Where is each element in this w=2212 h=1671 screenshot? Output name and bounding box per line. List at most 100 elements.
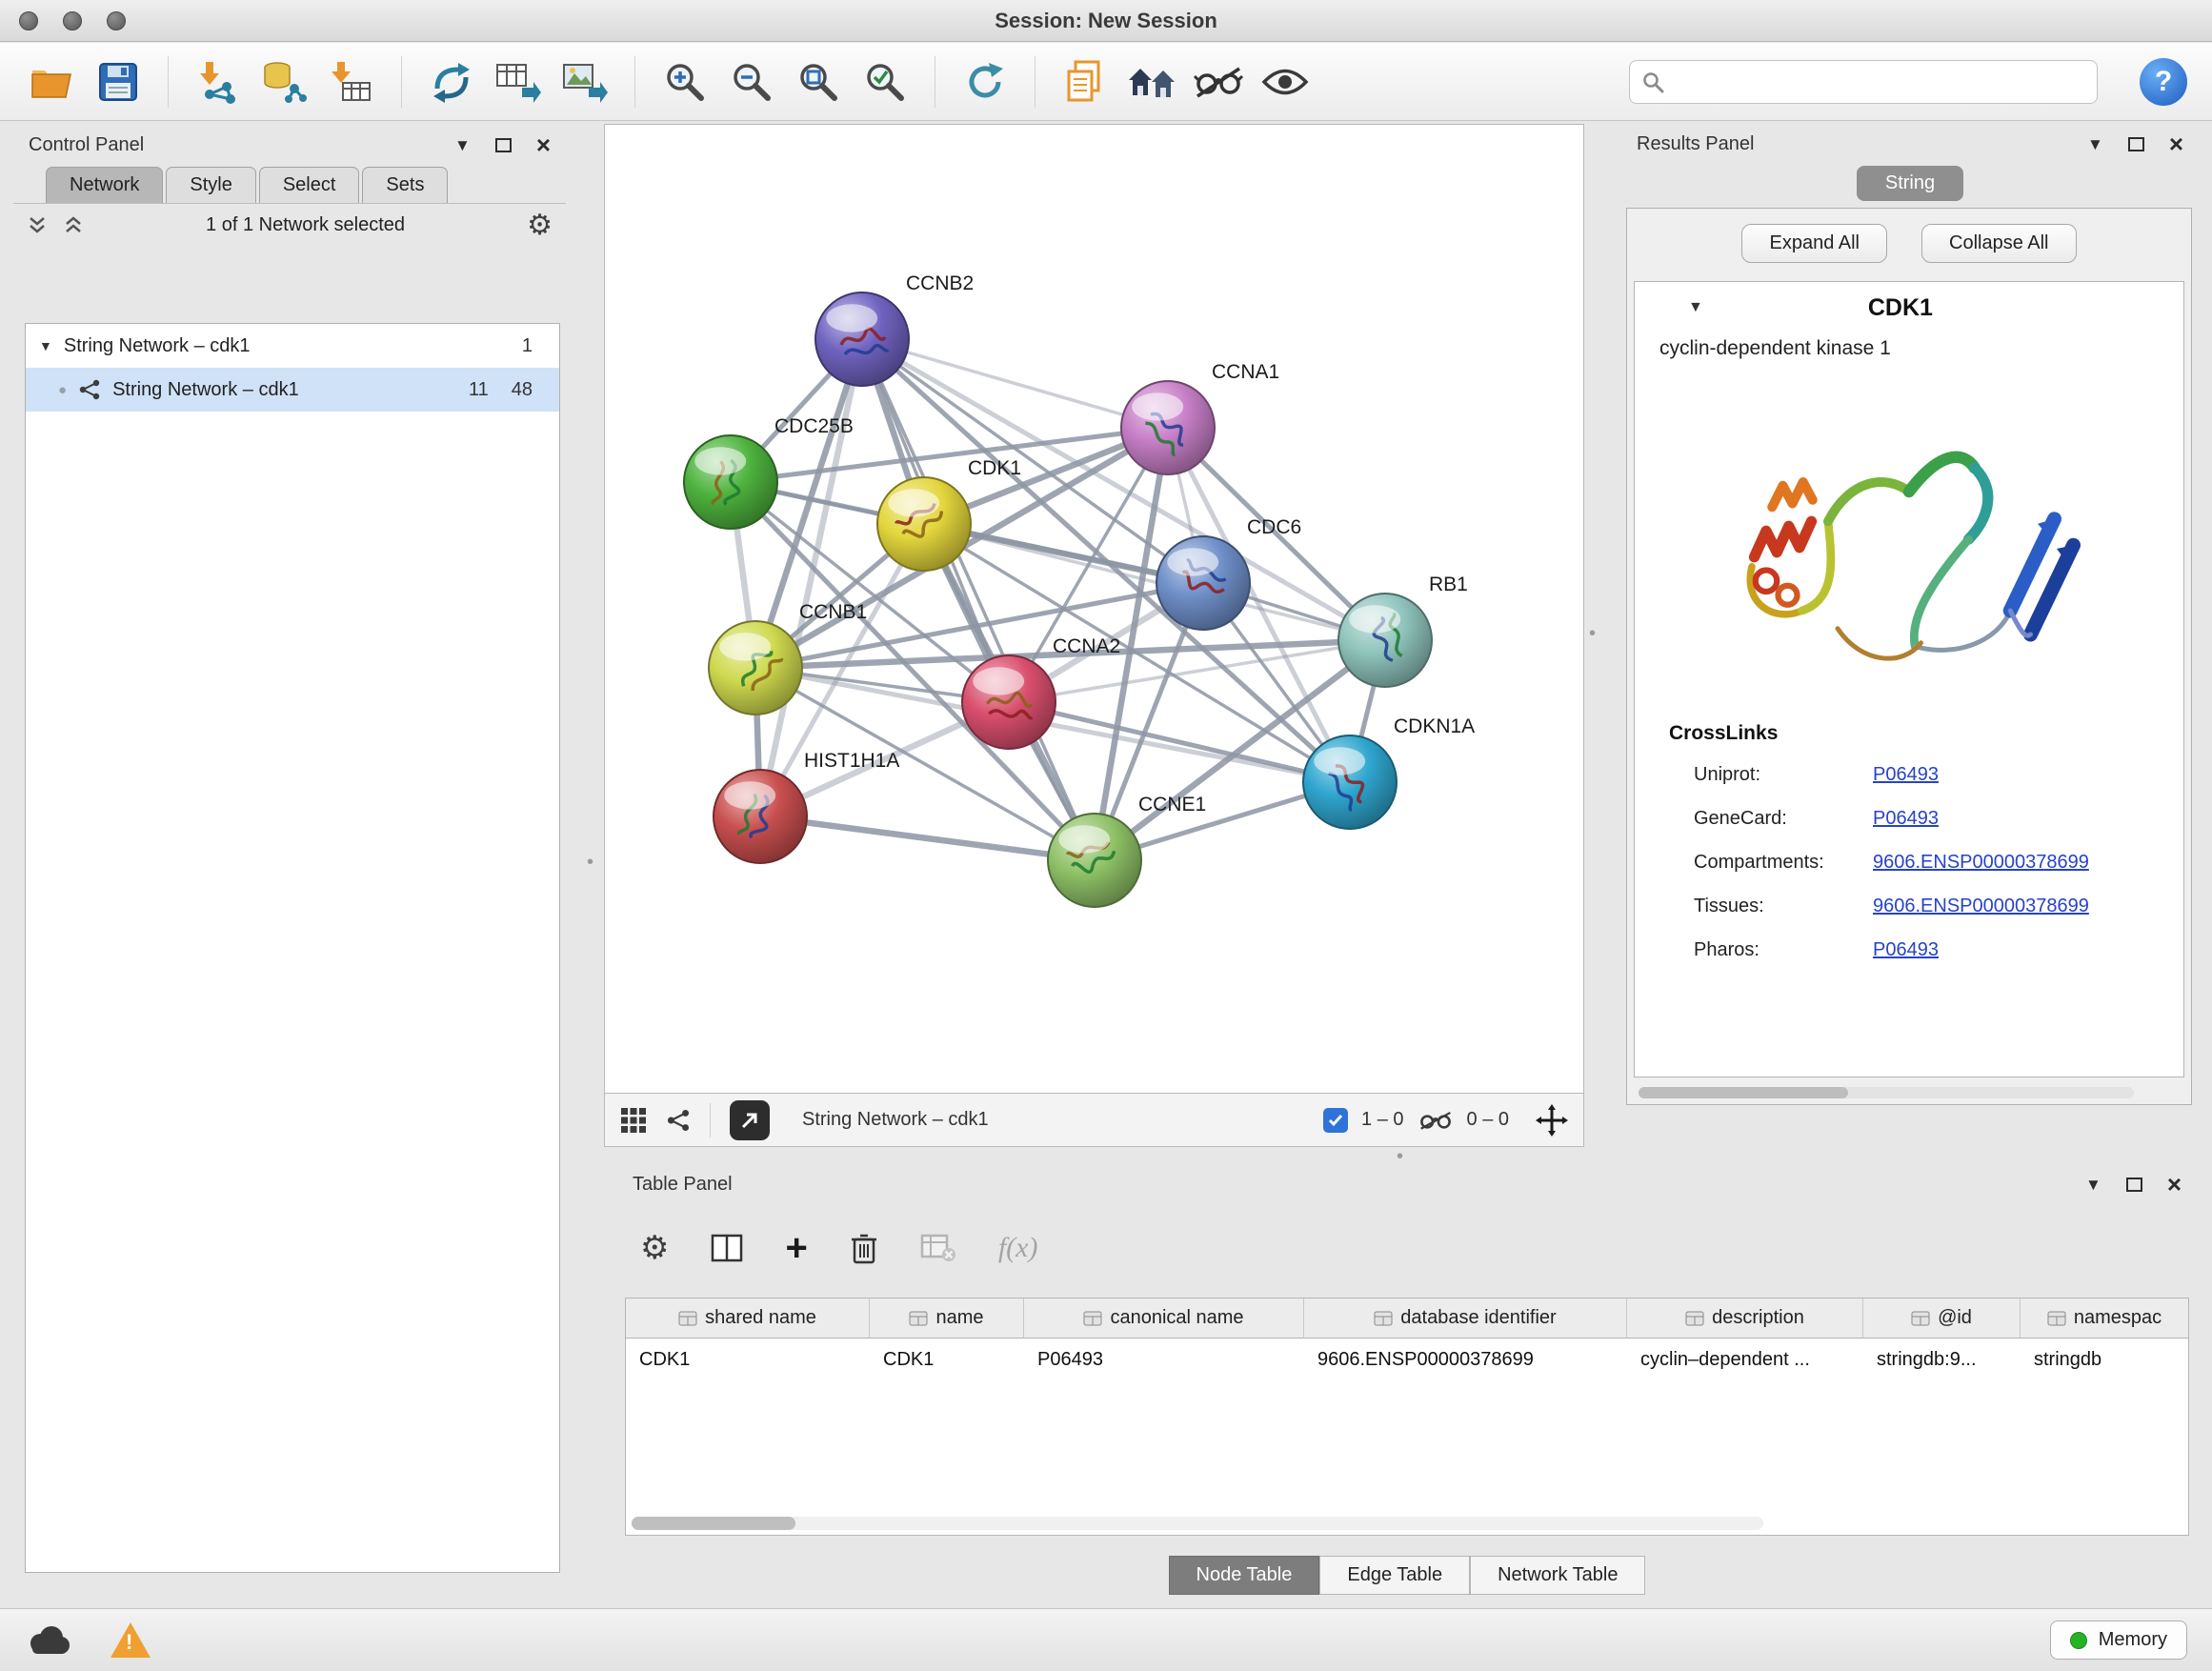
tab-string[interactable]: String — [1857, 166, 1963, 201]
search-input[interactable] — [1674, 70, 2085, 92]
column-header[interactable]: canonical name — [1024, 1299, 1304, 1339]
network-node-ccna1[interactable]: CCNA1 — [1121, 361, 1279, 474]
network-edge[interactable] — [862, 339, 1095, 860]
tab-node-table[interactable]: Node Table — [1169, 1556, 1320, 1595]
grid-view-icon[interactable] — [620, 1107, 647, 1134]
tab-style[interactable]: Style — [166, 167, 255, 203]
pan-crosshair-icon[interactable] — [1536, 1104, 1568, 1137]
vertical-splitter-handle[interactable]: • — [587, 853, 593, 872]
import-table-from-file-button[interactable] — [325, 55, 378, 109]
collapse-panel-icon[interactable]: ▼ — [2085, 1177, 2101, 1193]
table-horizontal-scrollbar[interactable] — [632, 1517, 1763, 1530]
collapse-all-icon[interactable] — [27, 215, 48, 236]
open-session-button[interactable] — [25, 55, 78, 109]
import-network-from-database-button[interactable] — [258, 55, 312, 109]
crosslink-link[interactable]: P06493 — [1873, 764, 1939, 786]
results-scrollbar[interactable] — [1639, 1087, 2134, 1098]
network-collection-row[interactable]: ▼ String Network – cdk1 1 — [26, 324, 559, 368]
network-node-hist1h1a[interactable]: HIST1H1A — [714, 750, 899, 863]
network-node-ccnb1[interactable]: CCNB1 — [709, 601, 867, 715]
delete-column-trash-icon[interactable] — [850, 1232, 878, 1264]
table-row[interactable]: CDK1 CDK1 P06493 9606.ENSP00000378699 cy… — [626, 1339, 2188, 1380]
tab-edge-table[interactable]: Edge Table — [1319, 1556, 1470, 1595]
selected-checkbox-icon[interactable] — [1323, 1108, 1348, 1133]
network-node-rb1[interactable]: RB1 — [1338, 574, 1468, 687]
expand-all-icon[interactable] — [63, 215, 84, 236]
zoom-in-button[interactable] — [658, 55, 712, 109]
minimize-window-button[interactable] — [63, 11, 82, 30]
zoom-selected-button[interactable] — [858, 55, 912, 109]
network-node-cdk1[interactable]: CDK1 — [877, 457, 1021, 571]
table-cell[interactable]: CDK1 — [626, 1339, 870, 1380]
zoom-out-button[interactable] — [725, 55, 778, 109]
network-graph[interactable]: CCNB2CCNA1CDC25BCDK1CDC6RB1CCNB1CCNA2CDK… — [605, 125, 1583, 1093]
share-view-icon[interactable] — [666, 1108, 691, 1133]
expand-all-button[interactable]: Expand All — [1741, 224, 1887, 263]
tab-select[interactable]: Select — [259, 167, 360, 203]
copy-document-button[interactable] — [1058, 55, 1112, 109]
tab-network-table[interactable]: Network Table — [1470, 1556, 1645, 1595]
close-panel-icon[interactable]: × — [2169, 131, 2183, 156]
export-image-button[interactable] — [558, 55, 612, 109]
export-table-button[interactable] — [492, 55, 545, 109]
add-column-icon[interactable]: + — [785, 1229, 807, 1267]
column-header[interactable]: name — [870, 1299, 1024, 1339]
import-network-from-file-button[interactable] — [191, 55, 245, 109]
apply-layout-button[interactable] — [958, 55, 1012, 109]
collapse-section-icon[interactable]: ▼ — [1688, 299, 1703, 316]
network-row[interactable]: ● String Network – cdk1 11 48 — [26, 368, 559, 412]
warning-icon[interactable]: ! — [111, 1622, 151, 1658]
network-node-ccnb2[interactable]: CCNB2 — [815, 272, 974, 386]
crosslink-link[interactable]: 9606.ENSP00000378699 — [1873, 896, 2089, 917]
show-all-button[interactable] — [1258, 55, 1312, 109]
close-panel-icon[interactable]: × — [2167, 1172, 2182, 1197]
column-header[interactable]: description — [1627, 1299, 1863, 1339]
memory-button[interactable]: Memory — [2050, 1621, 2187, 1660]
function-builder-icon[interactable]: f(x) — [998, 1232, 1038, 1264]
column-header[interactable]: namespac — [2021, 1299, 2188, 1339]
hide-selected-button[interactable] — [1192, 55, 1245, 109]
cloud-icon[interactable] — [25, 1624, 72, 1657]
network-edge[interactable] — [760, 816, 1095, 860]
column-header[interactable]: @id — [1863, 1299, 2021, 1339]
table-cell[interactable]: stringdb:9... — [1863, 1339, 2021, 1380]
detach-view-button[interactable] — [730, 1100, 770, 1140]
close-window-button[interactable] — [19, 11, 38, 30]
vertical-splitter-handle[interactable]: • — [1589, 624, 1596, 643]
maximize-window-button[interactable] — [107, 11, 126, 30]
gear-icon[interactable]: ⚙ — [527, 211, 553, 240]
toolbar-separator — [401, 56, 402, 108]
tree-expand-icon[interactable]: ▼ — [39, 338, 52, 353]
table-cell[interactable]: P06493 — [1024, 1339, 1304, 1380]
save-session-button[interactable] — [91, 55, 145, 109]
column-header[interactable]: shared name — [626, 1299, 870, 1339]
table-cell[interactable]: 9606.ENSP00000378699 — [1304, 1339, 1627, 1380]
crosslink-link[interactable]: P06493 — [1873, 939, 1939, 961]
tab-network[interactable]: Network — [46, 167, 163, 203]
show-columns-icon[interactable] — [711, 1234, 743, 1262]
zoom-fit-button[interactable] — [792, 55, 845, 109]
table-cell[interactable]: stringdb — [2021, 1339, 2188, 1380]
float-panel-icon[interactable] — [495, 138, 512, 152]
collapse-all-button[interactable]: Collapse All — [1921, 224, 2077, 263]
network-edge[interactable] — [760, 339, 862, 816]
collapse-panel-icon[interactable]: ▼ — [454, 137, 471, 153]
overview-button[interactable] — [1125, 55, 1178, 109]
network-node-cdkn1a[interactable]: CDKN1A — [1303, 715, 1475, 829]
close-panel-icon[interactable]: × — [536, 132, 551, 157]
crosslink-link[interactable]: P06493 — [1873, 808, 1939, 830]
collapse-panel-icon[interactable]: ▼ — [2087, 136, 2103, 152]
column-header[interactable]: database identifier — [1304, 1299, 1627, 1339]
table-cell[interactable]: cyclin–dependent ... — [1627, 1339, 1863, 1380]
float-panel-icon[interactable] — [2126, 1178, 2142, 1192]
export-network-button[interactable] — [425, 55, 478, 109]
float-panel-icon[interactable] — [2128, 137, 2144, 151]
delete-table-icon[interactable] — [920, 1234, 956, 1262]
table-cell[interactable]: CDK1 — [870, 1339, 1024, 1380]
table-settings-gear-icon[interactable]: ⚙ — [640, 1232, 669, 1264]
network-canvas[interactable]: CCNB2CCNA1CDC25BCDK1CDC6RB1CCNB1CCNA2CDK… — [604, 124, 1584, 1094]
tab-sets[interactable]: Sets — [362, 167, 448, 203]
crosslink-link[interactable]: 9606.ENSP00000378699 — [1873, 852, 2089, 874]
help-button[interactable]: ? — [2140, 58, 2187, 106]
horizontal-splitter-handle[interactable]: • — [1397, 1147, 1403, 1166]
